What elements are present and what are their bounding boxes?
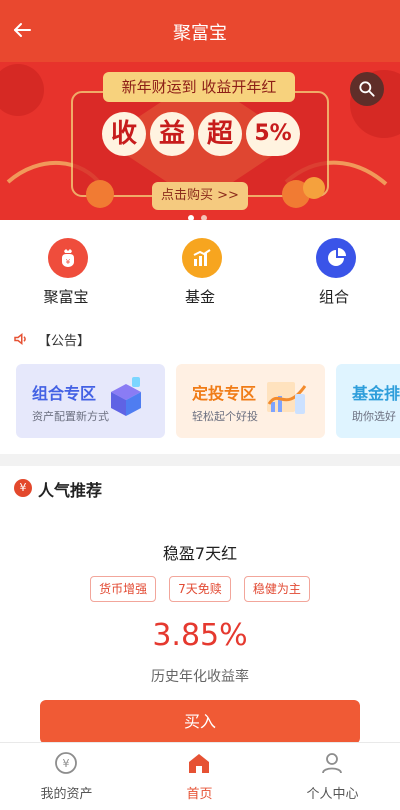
- user-icon: [322, 753, 342, 774]
- annualized-rate-label: 历史年化收益率: [151, 669, 249, 685]
- card-subtitle: 资产配置新方式: [32, 410, 109, 423]
- regular-investment-card[interactable]: 定投专区 轻松起个好投: [176, 364, 325, 438]
- banner-char-1: 收: [102, 112, 146, 156]
- tab-label: 个人中心: [306, 787, 359, 802]
- promo-banner[interactable]: 新年财运到 收益开年红 收 益 超 5% 点击购买 >>: [0, 62, 400, 220]
- card-subtitle: 助你选好: [352, 410, 396, 423]
- notice-label: 【公告】: [38, 334, 91, 349]
- bottom-tab-bar: ¥ 我的资产 首页 个人中心: [0, 742, 400, 810]
- popular-header: ¥ 人气推荐: [0, 466, 400, 510]
- notice-bar[interactable]: 【公告】: [12, 328, 392, 350]
- product-tag: 货币增强: [90, 576, 157, 602]
- menu-item-label: 基金: [184, 288, 215, 306]
- product-name: 稳盈7天红: [162, 544, 238, 563]
- menu-item-fund[interactable]: 基金: [140, 238, 260, 318]
- product-tag: 7天免赎: [169, 576, 231, 602]
- section-title: 人气推荐: [38, 481, 103, 500]
- banner-char-3: 超: [198, 112, 242, 156]
- feature-cards: 组合专区 资产配置新方式 定投专区 轻松起个好投 基金排 助你选好: [0, 364, 400, 444]
- menu-item-jufubao[interactable]: ¥ 聚富宝: [6, 238, 126, 318]
- svg-text:¥: ¥: [66, 258, 71, 266]
- banner-main-text: 收 益 超 5%: [86, 108, 314, 178]
- portfolio-cube-icon: [111, 377, 141, 416]
- card-subtitle: 轻松起个好投: [192, 410, 258, 423]
- yen-circle-icon: ¥: [55, 752, 77, 774]
- card-title: 定投专区: [192, 384, 257, 403]
- tab-my-assets[interactable]: ¥ 我的资产: [0, 749, 133, 805]
- product-tags: 货币增强 7天免赎 稳健为主: [0, 576, 400, 602]
- banner-headline: 新年财运到 收益开年红: [103, 72, 295, 102]
- quick-menu: ¥ 聚富宝 基金 组合: [0, 220, 400, 316]
- menu-item-label: 组合: [318, 288, 349, 306]
- portfolio-zone-card[interactable]: 组合专区 资产配置新方式: [16, 364, 165, 438]
- chart-bars-icon: [182, 238, 222, 278]
- fund-ranking-card[interactable]: 基金排 助你选好: [336, 364, 400, 438]
- buy-button[interactable]: 买入: [40, 700, 360, 744]
- menu-item-portfolio[interactable]: 组合: [274, 238, 394, 318]
- search-button[interactable]: [350, 72, 384, 106]
- pie-chart-icon: [316, 238, 356, 278]
- svg-text:¥: ¥: [63, 757, 70, 770]
- recommended-product-card[interactable]: 稳盈7天红 货币增强 7天免赎 稳健为主 3.85% 历史年化收益率 买入: [0, 510, 400, 744]
- banner-char-2: 益: [150, 112, 194, 156]
- tab-profile[interactable]: 个人中心: [266, 749, 399, 805]
- menu-item-label: 聚富宝: [43, 288, 89, 306]
- title-bar: 聚富宝: [0, 0, 400, 62]
- tab-label: 我的资产: [40, 787, 93, 802]
- main-content: ¥ 聚富宝 基金 组合 【公告】 组合专区 资产配置新方式 定投专区 轻松起个好…: [0, 220, 400, 454]
- tab-label: 首页: [186, 787, 213, 802]
- card-title: 基金排: [352, 384, 400, 403]
- home-icon: [189, 754, 209, 773]
- card-title: 组合专区: [32, 384, 97, 403]
- yen-badge-icon: ¥: [14, 479, 32, 497]
- money-bag-icon: ¥: [48, 238, 88, 278]
- investment-chart-icon: [267, 382, 307, 414]
- banner-pagination: [188, 206, 212, 220]
- tab-home[interactable]: 首页: [133, 749, 266, 805]
- product-tag: 稳健为主: [243, 576, 310, 602]
- annualized-rate: 3.85%: [152, 618, 248, 653]
- app-root: 聚富宝 新年财运到 收益开年红 收 益 超 5% 点击购买 >> ¥ 聚富宝 基…: [0, 0, 400, 810]
- page-title: 聚富宝: [173, 23, 227, 44]
- speaker-icon: [14, 332, 26, 346]
- banner-char-4: 5%: [246, 112, 300, 156]
- search-icon: [359, 81, 375, 97]
